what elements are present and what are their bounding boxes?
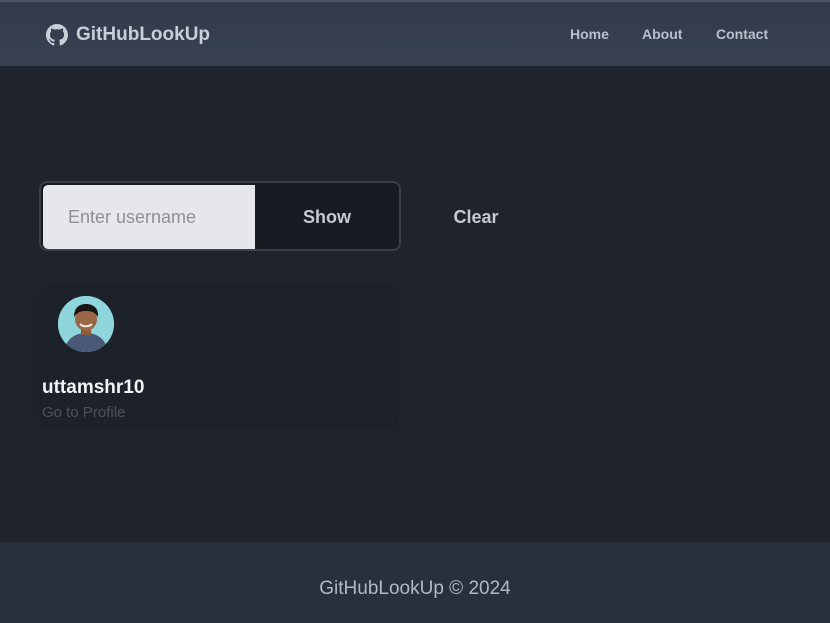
navbar: GitHubLookUp Home About Contact xyxy=(0,0,830,66)
search-group: Show xyxy=(39,181,401,251)
avatar-photo xyxy=(58,296,114,352)
username-input[interactable] xyxy=(43,185,255,249)
profile-link[interactable]: Go to Profile xyxy=(42,404,125,421)
footer-text: GitHubLookUp © 2024 xyxy=(319,578,511,599)
nav-home-link[interactable]: Home xyxy=(570,26,609,42)
show-button[interactable]: Show xyxy=(255,185,399,249)
nav-contact-link[interactable]: Contact xyxy=(716,26,768,42)
username: uttamshr10 xyxy=(42,377,145,398)
nav-about-link[interactable]: About xyxy=(642,26,682,42)
clear-button[interactable]: Clear xyxy=(436,191,516,243)
footer: GitHubLookUp © 2024 xyxy=(0,542,830,623)
user-card: uttamshr10 Go to Profile xyxy=(41,287,397,426)
nav-links: Home About Contact xyxy=(0,26,830,46)
avatar[interactable] xyxy=(58,296,114,352)
